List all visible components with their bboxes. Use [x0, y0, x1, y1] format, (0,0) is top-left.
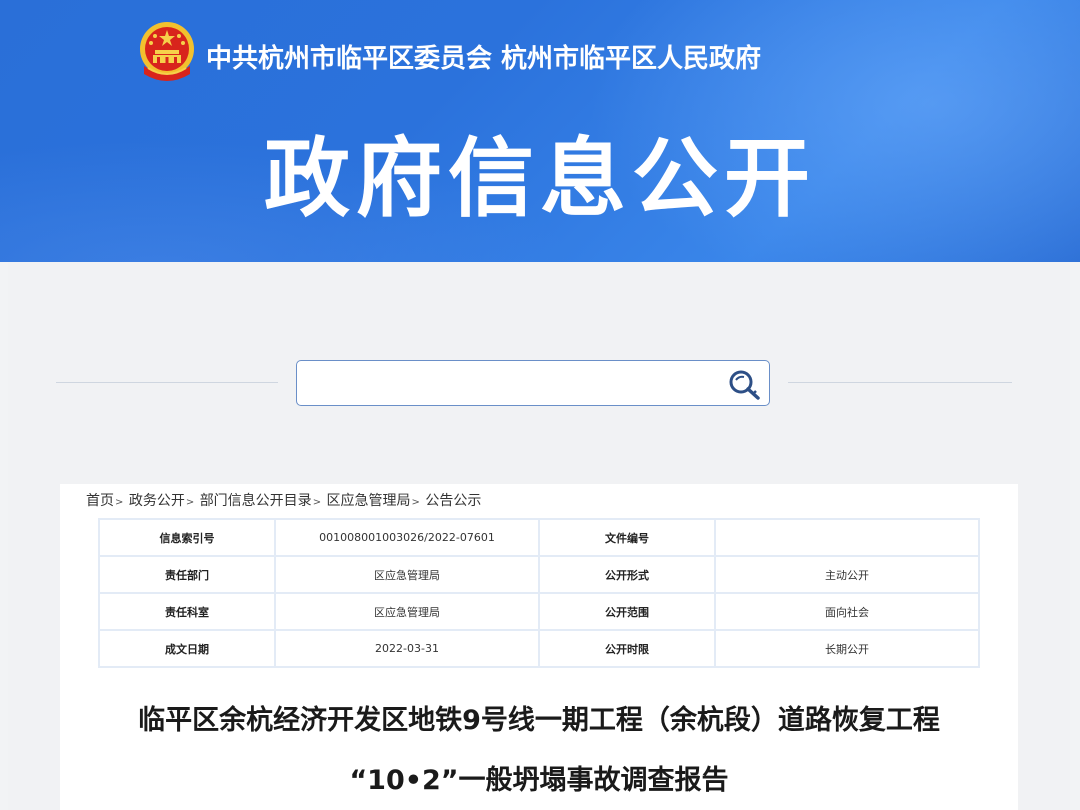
meta-value: 2022-03-31: [274, 629, 540, 668]
breadcrumb-separator: >: [185, 497, 195, 508]
table-row: 责任科室 区应急管理局 公开范围 面向社会: [98, 592, 980, 631]
breadcrumb-gov-affairs[interactable]: 政务公开: [129, 493, 185, 509]
meta-label: 公开范围: [538, 592, 716, 631]
meta-label: 公开时限: [538, 629, 716, 668]
meta-value: 区应急管理局: [274, 592, 540, 631]
main-panel: 首页> 政务公开> 部门信息公开目录> 区应急管理局> 公告公示 信息索引号 0…: [8, 262, 1070, 810]
national-emblem-icon: [140, 22, 194, 81]
search-input[interactable]: [307, 367, 717, 399]
table-row: 信息索引号 001008001003026/2022-07601 文件编号: [98, 518, 980, 557]
meta-value: 长期公开: [714, 629, 980, 668]
meta-value: 面向社会: [714, 592, 980, 631]
divider-left: [56, 382, 278, 383]
table-row: 成文日期 2022-03-31 公开时限 长期公开: [98, 629, 980, 668]
meta-value: 主动公开: [714, 555, 980, 594]
content-area: 首页> 政务公开> 部门信息公开目录> 区应急管理局> 公告公示 信息索引号 0…: [60, 484, 1018, 810]
breadcrumb-announcements[interactable]: 公告公示: [425, 493, 481, 509]
meta-label: 文件编号: [538, 518, 716, 557]
page-title: 政府信息公开: [264, 129, 816, 229]
meta-value: 001008001003026/2022-07601: [274, 518, 540, 557]
breadcrumb-separator: >: [411, 497, 420, 508]
document-title-line1: 临平区余杭经济开发区地铁9号线一期工程（余杭段）道路恢复工程: [138, 705, 940, 736]
document-title-line2: “10•2”一般坍塌事故调查报告: [349, 765, 729, 796]
table-row: 责任部门 区应急管理局 公开形式 主动公开: [98, 555, 980, 594]
meta-label: 责任部门: [98, 555, 276, 594]
breadcrumb-separator: >: [312, 497, 322, 508]
meta-label: 公开形式: [538, 555, 716, 594]
search-box: [296, 360, 770, 406]
breadcrumb-home[interactable]: 首页: [86, 493, 114, 509]
header-banner: 中共杭州市临平区委员会 杭州市临平区人民政府 政府信息公开: [0, 0, 1080, 262]
meta-value: 区应急管理局: [274, 555, 540, 594]
breadcrumb-dept-catalog[interactable]: 部门信息公开目录: [200, 493, 312, 509]
meta-label: 信息索引号: [98, 518, 276, 557]
meta-label: 成文日期: [98, 629, 276, 668]
org-title: 中共杭州市临平区委员会 杭州市临平区人民政府: [206, 44, 762, 74]
breadcrumb-separator: >: [115, 497, 124, 508]
breadcrumb: 首页> 政务公开> 部门信息公开目录> 区应急管理局> 公告公示: [86, 490, 481, 510]
meta-table: 信息索引号 001008001003026/2022-07601 文件编号 责任…: [98, 518, 980, 668]
search-key-icon[interactable]: [725, 367, 765, 401]
meta-value: [714, 518, 980, 557]
meta-label: 责任科室: [98, 592, 276, 631]
breadcrumb-emergency-bureau[interactable]: 区应急管理局: [327, 493, 411, 509]
divider-right: [788, 382, 1012, 383]
